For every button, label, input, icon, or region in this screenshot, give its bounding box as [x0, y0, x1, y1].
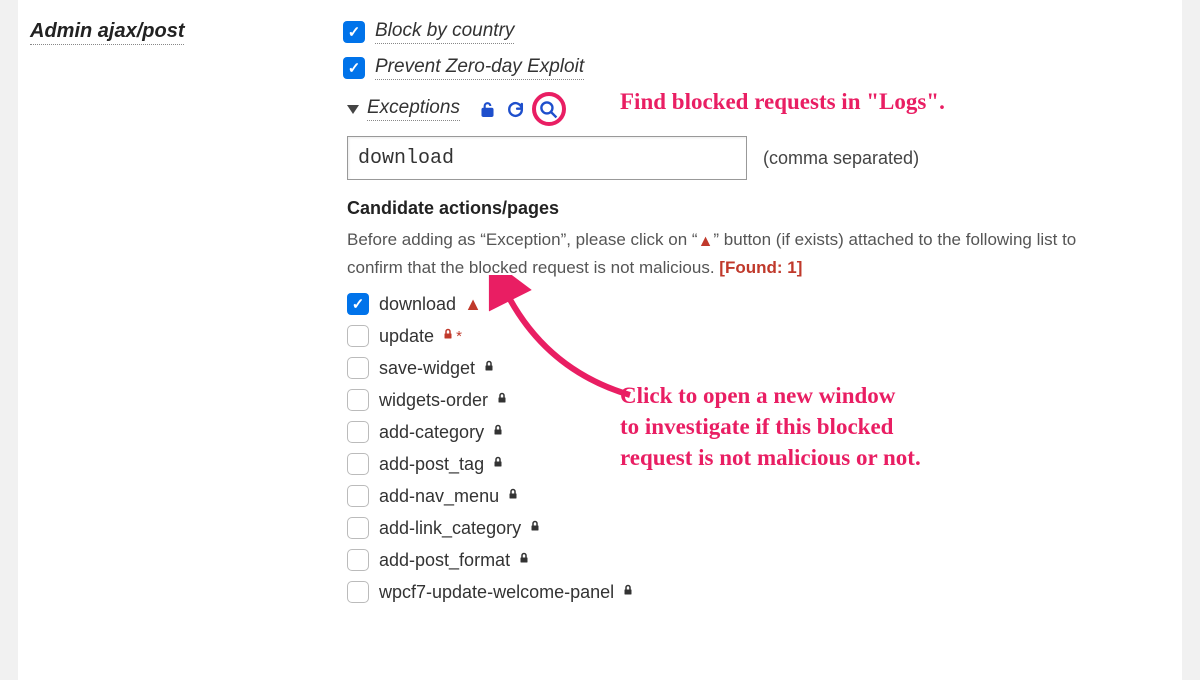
candidate-label: add-post_tag — [379, 454, 484, 475]
candidate-label: save-widget — [379, 358, 475, 379]
warning-icon[interactable]: ▲ — [464, 294, 482, 315]
section-heading-col: Admin ajax/post — [18, 20, 343, 680]
candidate-label: add-category — [379, 422, 484, 443]
search-icon[interactable] — [539, 99, 559, 119]
candidate-item[interactable]: add-nav_menu — [347, 485, 1162, 507]
option-label: Block by country — [375, 20, 514, 44]
annotation-highlight-circle — [532, 92, 566, 126]
settings-panel: Admin ajax/post Block by country Prevent… — [18, 0, 1182, 680]
candidate-item[interactable]: add-category — [347, 421, 1162, 443]
candidate-label: widgets-order — [379, 390, 488, 411]
candidate-label: update — [379, 326, 434, 347]
candidate-item[interactable]: add-post_format — [347, 549, 1162, 571]
candidate-item[interactable]: update * — [347, 325, 1162, 347]
lock-icon — [483, 359, 495, 377]
lock-icon — [492, 423, 504, 441]
warning-icon: ▲ — [698, 233, 714, 250]
candidates-title: Candidate actions/pages — [347, 198, 1162, 219]
exceptions-input[interactable] — [347, 136, 747, 180]
exceptions-header[interactable]: Exceptions — [343, 92, 1162, 126]
checkbox-prevent-zeroday[interactable] — [343, 57, 365, 79]
candidate-item[interactable]: download ▲ — [347, 293, 1162, 315]
candidate-item[interactable]: save-widget — [347, 357, 1162, 379]
exceptions-input-row: (comma separated) — [347, 136, 1162, 180]
candidates-description: Before adding as “Exception”, please cli… — [347, 227, 1107, 281]
exceptions-label: Exceptions — [367, 97, 460, 121]
candidate-label: add-link_category — [379, 518, 521, 539]
candidate-checkbox[interactable] — [347, 549, 369, 571]
asterisk-icon: * — [456, 328, 462, 345]
option-prevent-zeroday[interactable]: Prevent Zero-day Exploit — [343, 56, 1162, 80]
candidate-checkbox[interactable] — [347, 517, 369, 539]
caret-down-icon[interactable] — [347, 105, 359, 114]
candidate-action-list: download ▲ update * save-widget widgets-order… — [347, 293, 1162, 603]
refresh-icon[interactable] — [506, 99, 526, 119]
lock-icon — [518, 551, 530, 569]
section-body: Block by country Prevent Zero-day Exploi… — [343, 20, 1182, 680]
candidate-label: add-post_format — [379, 550, 510, 571]
checkbox-block-country[interactable] — [343, 21, 365, 43]
lock-icon — [496, 391, 508, 409]
candidate-item[interactable]: widgets-order — [347, 389, 1162, 411]
candidate-checkbox[interactable] — [347, 325, 369, 347]
option-block-by-country[interactable]: Block by country — [343, 20, 1162, 44]
candidate-label: wpcf7-update-welcome-panel — [379, 582, 614, 603]
lock-icon — [507, 487, 519, 505]
candidate-checkbox[interactable] — [347, 421, 369, 443]
candidate-label: download — [379, 294, 456, 315]
candidate-checkbox[interactable] — [347, 293, 369, 315]
candidate-checkbox[interactable] — [347, 357, 369, 379]
lock-icon — [442, 327, 454, 345]
option-label: Prevent Zero-day Exploit — [375, 56, 584, 80]
candidate-checkbox[interactable] — [347, 485, 369, 507]
candidate-checkbox[interactable] — [347, 453, 369, 475]
lock-icon — [529, 519, 541, 537]
desc-text-pre: Before adding as “Exception”, please cli… — [347, 230, 698, 249]
lock-icon — [622, 583, 634, 601]
candidate-item[interactable]: add-link_category — [347, 517, 1162, 539]
candidate-checkbox[interactable] — [347, 389, 369, 411]
candidate-item[interactable]: wpcf7-update-welcome-panel — [347, 581, 1162, 603]
unlock-icon[interactable] — [478, 99, 498, 119]
lock-icon — [492, 455, 504, 473]
candidate-checkbox[interactable] — [347, 581, 369, 603]
found-count-badge: [Found: 1] — [719, 258, 802, 277]
candidate-label: add-nav_menu — [379, 486, 499, 507]
section-title: Admin ajax/post — [30, 20, 184, 45]
candidate-item[interactable]: add-post_tag — [347, 453, 1162, 475]
exceptions-hint: (comma separated) — [763, 148, 919, 169]
